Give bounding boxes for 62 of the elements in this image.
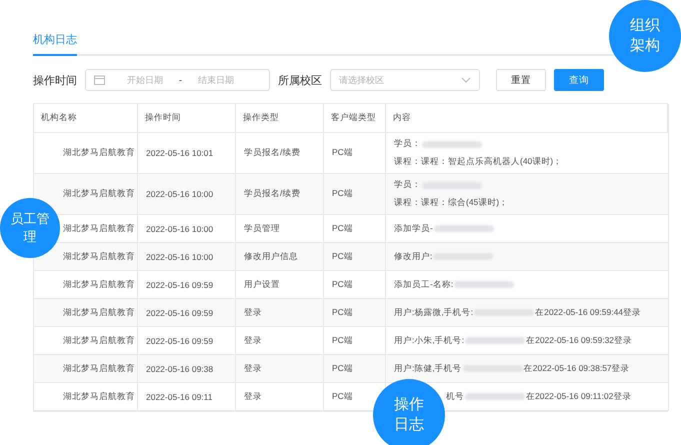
reset-button[interactable]: 重置	[496, 69, 546, 91]
table-cell-text: 2022-05-16 09:59	[146, 336, 214, 346]
calendar-icon	[94, 75, 105, 85]
table-cell-text: 登录	[244, 390, 263, 402]
campus-select[interactable]: 请选择校区	[330, 69, 480, 91]
table-cell-text: PC端	[332, 147, 354, 159]
table-cell-text: 2022-05-16 10:00	[146, 189, 214, 199]
table-cell: 用户:杨露微,手机号:	[394, 306, 474, 318]
table-cell: 在2022-05-16 09:38:57登录	[524, 362, 630, 374]
table-cell: 用户:陈健,手机号	[394, 362, 462, 374]
table-cell-text: PC端	[332, 334, 354, 346]
table-cell: 课程：课程：综合(45课时)；	[394, 197, 508, 209]
table-cell: 修改用户:	[394, 250, 432, 262]
table-cell-text: 学员管理	[244, 222, 281, 234]
table-cell: 添加员工-名称:	[394, 278, 454, 290]
table-cell-text: PC端	[332, 188, 354, 200]
table-cell: 湖北梦马启航教育	[63, 250, 133, 262]
table-cell-text: 登录	[244, 362, 263, 374]
table-cell: 机号	[446, 390, 464, 402]
table-cell-text: 学员报名/续费	[244, 188, 302, 200]
table-cell: 添加学员-	[394, 222, 433, 234]
table-cell: 湖北梦马启航教育	[63, 306, 133, 318]
table-cell-text: 登录	[244, 306, 263, 318]
table-cell: 在2022-05-16 09:59:32登录	[526, 334, 632, 346]
table-cell: 湖北梦马启航教育	[63, 362, 133, 374]
table-cell: 用户:小朱,手机号:	[394, 334, 464, 346]
nav-bubble[interactable]: 员工管理	[0, 198, 60, 258]
nav-bubble[interactable]: 组织架构	[609, 0, 681, 72]
table-cell-text: 2022-05-16 10:01	[146, 148, 214, 158]
table-cell: 湖北梦马启航教育	[63, 334, 133, 346]
table-cell: 湖北梦马启航教育	[63, 390, 133, 402]
table-cell: 湖北梦马启航教育	[63, 278, 133, 290]
table-cell-text: 登录	[244, 334, 263, 346]
date-range-field[interactable]: 开始日期 - 结束日期	[85, 69, 270, 91]
table-cell-text: 2022-05-16 09:59	[146, 280, 214, 290]
chevron-down-icon	[461, 77, 471, 83]
table-cell: 在2022-05-16 09:11:02登录	[526, 390, 632, 402]
table-cell-text: PC端	[332, 278, 354, 290]
table-cell-text: 2022-05-16 10:00	[146, 252, 214, 262]
table-cell: 湖北梦马启航教育	[63, 222, 133, 234]
table-cell-text: PC端	[332, 362, 354, 374]
table-cell-text: 修改用户信息	[244, 250, 299, 262]
table-cell-text: 2022-05-16 09:11	[146, 392, 214, 402]
table-cell: 湖北梦马启航教育	[63, 147, 133, 159]
table-cell-text: PC端	[332, 222, 354, 234]
table-cell-text: PC端	[332, 390, 354, 402]
table-cell-text: 用户设置	[244, 278, 281, 290]
tab[interactable]: 机构日志	[33, 28, 77, 56]
table-cell-text: 2022-05-16 09:38	[146, 364, 214, 374]
table-cell: 在2022-05-16 09:59:44登录	[535, 306, 642, 318]
table-cell: 学员：	[394, 179, 421, 191]
table-cell-text: PC端	[332, 306, 354, 318]
query-button[interactable]: 查询	[554, 69, 604, 91]
table-cell-text: 学员报名/续费	[244, 147, 302, 159]
table-cell-text: 2022-05-16 10:00	[146, 224, 214, 234]
filter-label: 所属校区	[278, 74, 322, 88]
table-cell: 湖北梦马启航教育	[63, 188, 133, 200]
filter-label: 操作时间	[33, 74, 77, 88]
table-cell-text: PC端	[332, 250, 354, 262]
table-cell-text: 2022-05-16 09:59	[146, 308, 214, 318]
table-cell: 学员：	[394, 138, 421, 150]
table-cell: 课程：课程：智起点乐高机器人(40课时)；	[394, 156, 562, 168]
